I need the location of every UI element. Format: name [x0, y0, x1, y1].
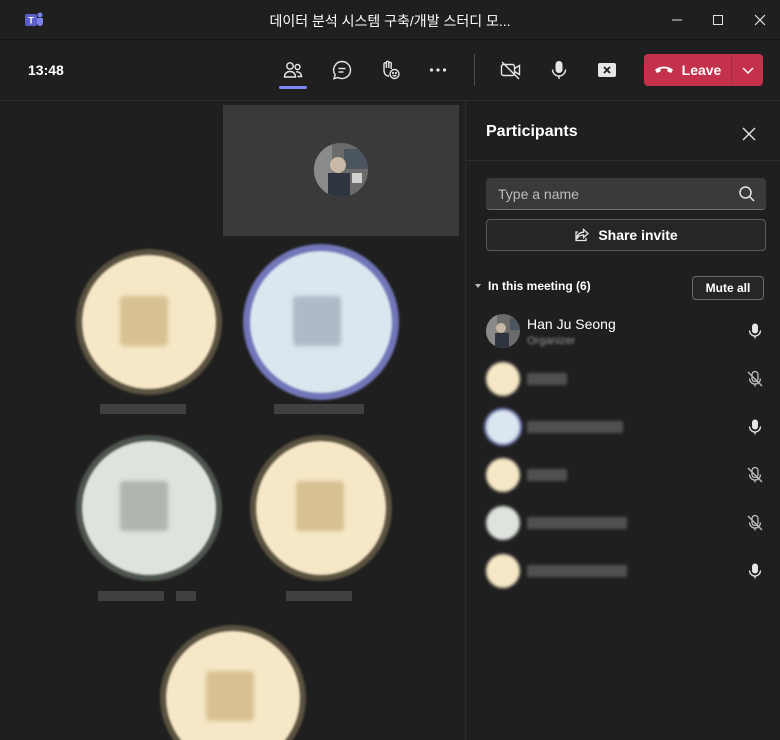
people-button[interactable] [277, 54, 309, 89]
avatar-photo-icon [486, 314, 520, 348]
avatar-initials-block [296, 481, 344, 531]
participant-row[interactable] [466, 452, 780, 500]
panel-title: Participants [486, 123, 578, 140]
participant-name-blurred [527, 469, 567, 481]
minimize-button[interactable] [665, 8, 689, 32]
mic-muted-icon [747, 466, 763, 483]
tile-name-blurred [286, 591, 352, 601]
chat-icon [332, 60, 352, 80]
avatar-initials-block [120, 296, 168, 346]
leave-button-group: Leave [644, 54, 763, 86]
in-meeting-label: In this meeting (6) [488, 279, 591, 293]
avatar [486, 554, 520, 588]
share-icon [575, 228, 590, 242]
close-icon [742, 127, 756, 141]
self-avatar [314, 143, 368, 197]
maximize-icon [713, 15, 723, 25]
avatar-initials-block [120, 481, 168, 531]
participant-row[interactable] [466, 500, 780, 548]
leave-options-button[interactable] [732, 54, 763, 86]
leave-label: Leave [681, 62, 722, 78]
share-tray-icon [598, 63, 616, 77]
chevron-down-icon [741, 67, 754, 75]
avatar-initials-block [206, 671, 254, 721]
title-bar: T 데이터 분석 시스템 구축/개발 스터디 모... [0, 0, 780, 40]
participant-role: Organizer [527, 335, 576, 347]
close-window-button[interactable] [748, 8, 772, 32]
mic-icon [748, 323, 762, 339]
window-title: 데이터 분석 시스템 구축/개발 스터디 모... [269, 13, 511, 29]
participant-name-blurred [527, 565, 627, 577]
mic-muted-icon [747, 370, 763, 387]
camera-off-icon [500, 61, 521, 80]
participant-row[interactable] [466, 356, 780, 404]
participant-name-blurred [527, 373, 567, 385]
share-invite-label: Share invite [598, 227, 678, 243]
avatar-photo-icon [314, 143, 368, 197]
tile-name-blurred [100, 404, 186, 414]
mic-icon [748, 419, 762, 435]
tile-name-blurred [274, 404, 364, 414]
share-tray-button[interactable] [591, 54, 623, 86]
panel-divider [466, 160, 780, 161]
participant-search [486, 178, 766, 210]
self-video-tile[interactable] [223, 105, 459, 236]
tile-name-blurred [98, 591, 164, 601]
avatar [486, 362, 520, 396]
participant-row[interactable] [466, 548, 780, 596]
leave-button[interactable]: Leave [644, 54, 731, 86]
mic-muted-icon [747, 514, 763, 531]
toolbar-divider [474, 54, 475, 86]
avatar [486, 506, 520, 540]
participant-search-input[interactable] [486, 178, 736, 209]
mic-button[interactable] [543, 54, 575, 86]
mic-icon [748, 563, 762, 579]
in-meeting-section-toggle[interactable]: In this meeting (6) [474, 279, 591, 293]
tile-name-blurred [176, 591, 196, 601]
people-icon [283, 62, 303, 78]
mute-all-button[interactable]: Mute all [692, 276, 764, 300]
chat-button[interactable] [326, 54, 358, 86]
share-invite-button[interactable]: Share invite [486, 219, 766, 251]
maximize-button[interactable] [706, 8, 730, 32]
participant-name-blurred [527, 421, 623, 433]
react-button[interactable] [374, 54, 406, 86]
close-panel-button[interactable] [738, 123, 760, 145]
meeting-stage [0, 101, 465, 740]
minimize-icon [672, 19, 682, 21]
more-icon [429, 68, 447, 72]
close-icon [754, 14, 766, 26]
avatar [486, 458, 520, 492]
raise-hand-icon [383, 60, 400, 80]
participant-name: Han Ju Seong [527, 316, 616, 332]
avatar-initials-block [293, 296, 341, 346]
avatar [486, 314, 520, 348]
more-button[interactable] [422, 54, 454, 86]
avatar [486, 410, 520, 444]
participants-panel: Participants Share invite In this meetin… [465, 101, 780, 740]
caret-down-icon [475, 284, 481, 288]
participant-row[interactable]: Han Ju Seong Organizer [466, 308, 780, 356]
hang-up-icon [654, 66, 673, 73]
camera-button[interactable] [495, 54, 527, 86]
meeting-toolbar: 13:48 Leave [0, 40, 780, 101]
search-icon [739, 186, 755, 202]
participant-name-blurred [527, 517, 627, 529]
mic-icon [551, 61, 567, 79]
participant-row[interactable] [466, 404, 780, 452]
meeting-clock: 13:48 [28, 62, 64, 78]
